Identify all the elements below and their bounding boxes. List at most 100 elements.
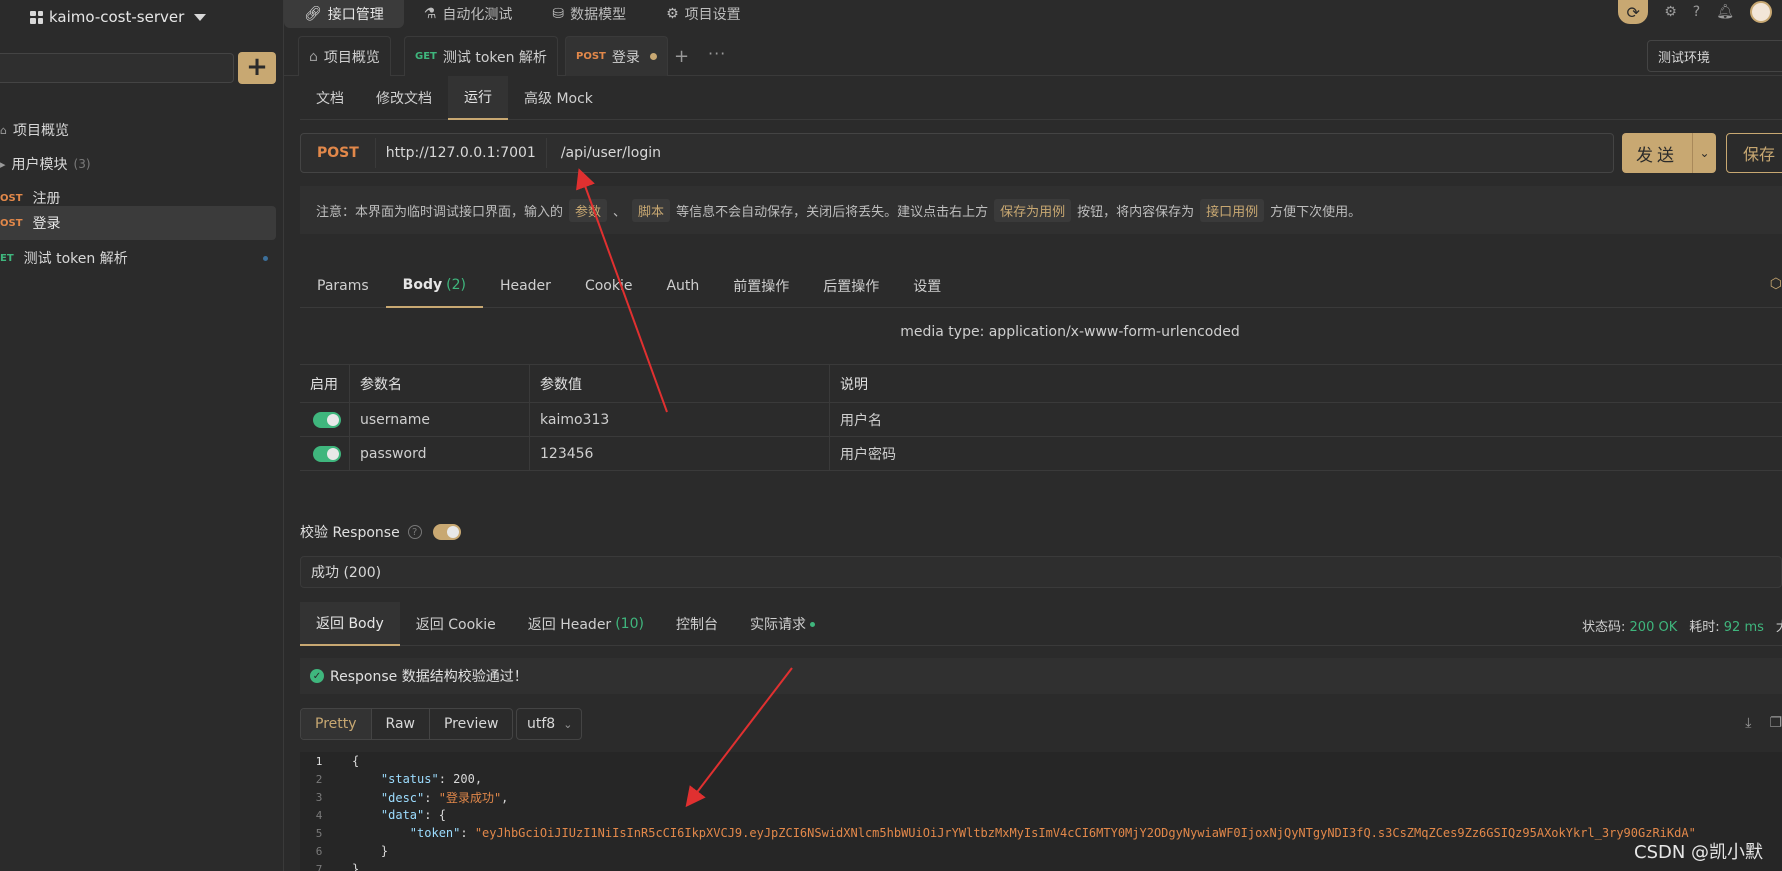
nav-data-model[interactable]: ⛁ 数据模型 — [532, 0, 646, 28]
enable-toggle[interactable] — [313, 411, 341, 428]
tab-label: 控制台 — [675, 617, 718, 633]
nav-project-settings[interactable]: ⚙ 项目设置 — [646, 0, 761, 28]
cube-icon[interactable]: ⬡ — [1770, 276, 1782, 292]
tab-header[interactable]: Header — [483, 264, 568, 308]
top-right-toolbar: ⟳ ⚙ ? 🔔︎ — [1618, 0, 1782, 24]
validate-label: 校验 Response — [300, 525, 400, 541]
sidebar-folder-user-module[interactable]: ▸ 用户模块 (3) — [0, 148, 276, 180]
tab-label: 返回 Cookie — [415, 617, 496, 633]
tab-label: 设置 — [913, 279, 942, 295]
folder-count: (3) — [73, 157, 91, 171]
nav-api-management[interactable]: 🔗︎ 接口管理 — [284, 0, 404, 28]
method-select[interactable]: POST — [301, 145, 375, 161]
check-circle-icon: ✓ — [310, 669, 324, 683]
sidebar-item-token-parse[interactable]: ET 测试 token 解析 — [0, 242, 276, 274]
tab-post-script[interactable]: 后置操作 — [806, 264, 896, 308]
bell-icon[interactable]: 🔔︎ — [1716, 4, 1734, 20]
response-status: 状态码: 200 OK 耗时: 92 ms 大 — [1582, 616, 1782, 635]
column-header: 参数值 — [530, 365, 830, 402]
view-mode-group: Pretty Raw Preview — [300, 708, 514, 740]
param-desc-input[interactable]: 用户密码 — [830, 437, 1782, 470]
project-switcher[interactable]: kaimo-cost-server — [30, 4, 207, 30]
validate-toggle[interactable] — [432, 524, 461, 540]
avatar[interactable] — [1750, 1, 1772, 23]
method-tag: OST — [0, 217, 23, 229]
response-time-value: 92 ms — [1723, 620, 1764, 635]
param-name-input[interactable]: username — [350, 403, 530, 436]
code-line: 1 { — [300, 752, 1782, 770]
subtab-doc[interactable]: 文档 — [300, 76, 360, 120]
new-tab-icon[interactable]: + — [674, 46, 689, 67]
sidebar-search-input[interactable] — [0, 53, 234, 83]
help-icon[interactable]: ? — [1693, 4, 1700, 20]
check-message: Response 数据结构校验通过！ — [330, 669, 528, 685]
tab-params[interactable]: Params — [300, 264, 386, 308]
notice-highlight: 保存为用例 — [994, 198, 1072, 222]
request-tabs: Params Body (2) Header Cookie Auth 前置操作 后… — [300, 264, 1782, 308]
grid-icon — [30, 10, 43, 24]
copy-icon[interactable]: ❐ — [1769, 715, 1782, 731]
param-desc-input[interactable]: 用户名 — [830, 403, 1782, 436]
code-text: "status": 200, — [380, 772, 483, 786]
chevron-down-icon[interactable]: ⌄ — [1692, 133, 1716, 173]
sidebar-item-label: 测试 token 解析 — [23, 251, 128, 267]
view-raw-button[interactable]: Raw — [372, 709, 430, 739]
base-url[interactable]: http://127.0.0.1:7001 — [374, 138, 547, 168]
view-pretty-button[interactable]: Pretty — [301, 709, 372, 739]
tab-response-cookie[interactable]: 返回 Cookie — [400, 602, 512, 646]
subtab-mock[interactable]: 高级 Mock — [508, 76, 609, 120]
sync-button[interactable]: ⟳ — [1618, 0, 1649, 24]
tab-cookie[interactable]: Cookie — [568, 264, 650, 308]
tab-label: 返回 Header — [527, 617, 612, 633]
subtab-edit-doc[interactable]: 修改文档 — [360, 76, 448, 120]
method-tag: POST — [576, 51, 606, 62]
nav-auto-test[interactable]: ⚗︎ 自动化测试 — [404, 0, 533, 28]
tab-token-parse[interactable]: GET 测试 token 解析 — [404, 36, 558, 76]
tab-settings[interactable]: 设置 — [896, 264, 958, 308]
view-preview-button[interactable]: Preview — [430, 709, 512, 739]
line-number: 5 — [315, 826, 323, 840]
json-value: "eyJhbGciOiJIUzI1NiIsInR5cCI6IkpXVCJ9.ey… — [474, 826, 1696, 840]
tab-label: Auth — [666, 278, 700, 294]
line-number: 3 — [315, 790, 323, 804]
encoding-select[interactable]: utf8 ⌄ — [516, 708, 582, 740]
code-text: "desc": "登录成功", — [380, 790, 509, 805]
sidebar-item-login[interactable]: OST 登录 — [0, 206, 276, 240]
sidebar-item-label: 项目概览 — [12, 123, 69, 139]
tab-pre-script[interactable]: 前置操作 — [716, 264, 806, 308]
tab-response-body[interactable]: 返回 Body — [300, 602, 400, 646]
tab-auth[interactable]: Auth — [649, 264, 716, 308]
subtab-run[interactable]: 运行 — [448, 76, 508, 120]
table-row: username kaimo313 用户名 — [300, 403, 1782, 437]
method-tag: ET — [0, 252, 14, 264]
tab-actual-request[interactable]: 实际请求 — [734, 602, 831, 646]
download-icon[interactable]: ⤓ — [1745, 715, 1751, 731]
help-icon[interactable]: ? — [407, 525, 422, 539]
enable-toggle[interactable] — [313, 445, 341, 462]
nav-label: 自动化测试 — [442, 7, 513, 23]
add-button[interactable]: + — [238, 52, 276, 84]
more-icon[interactable]: ··· — [708, 44, 726, 63]
chevron-down-icon: ⌄ — [563, 717, 573, 731]
save-button[interactable]: 保存 — [1726, 133, 1782, 173]
tab-response-header[interactable]: 返回 Header (10) — [512, 602, 660, 646]
tab-badge: (2) — [446, 277, 466, 293]
enable-cell — [300, 437, 350, 470]
tab-overview[interactable]: ⌂ 项目概览 — [298, 36, 391, 76]
tab-login[interactable]: POST 登录 — [565, 36, 668, 76]
sidebar-item-overview[interactable]: ⌂ 项目概览 — [0, 114, 276, 146]
environment-select[interactable]: 测试环境 — [1647, 40, 1782, 72]
tab-badge: (10) — [615, 616, 644, 632]
body-params-table: 启用 参数名 参数值 说明 username kaimo313 用户名 pass… — [300, 364, 1782, 471]
path-input[interactable]: /api/user/login — [547, 145, 675, 161]
validate-response: 校验 Response ? — [300, 522, 461, 542]
json-key: "status" — [380, 772, 439, 786]
response-select[interactable]: 成功 (200) — [300, 556, 1782, 588]
param-value-input[interactable]: kaimo313 — [530, 403, 830, 436]
tab-console[interactable]: 控制台 — [660, 602, 734, 646]
param-value-input[interactable]: 123456 — [530, 437, 830, 470]
param-name-input[interactable]: password — [350, 437, 530, 470]
tab-body[interactable]: Body (2) — [385, 264, 483, 308]
send-button[interactable]: 发送 ⌄ — [1622, 133, 1716, 173]
settings-icon[interactable]: ⚙ — [1664, 4, 1677, 20]
